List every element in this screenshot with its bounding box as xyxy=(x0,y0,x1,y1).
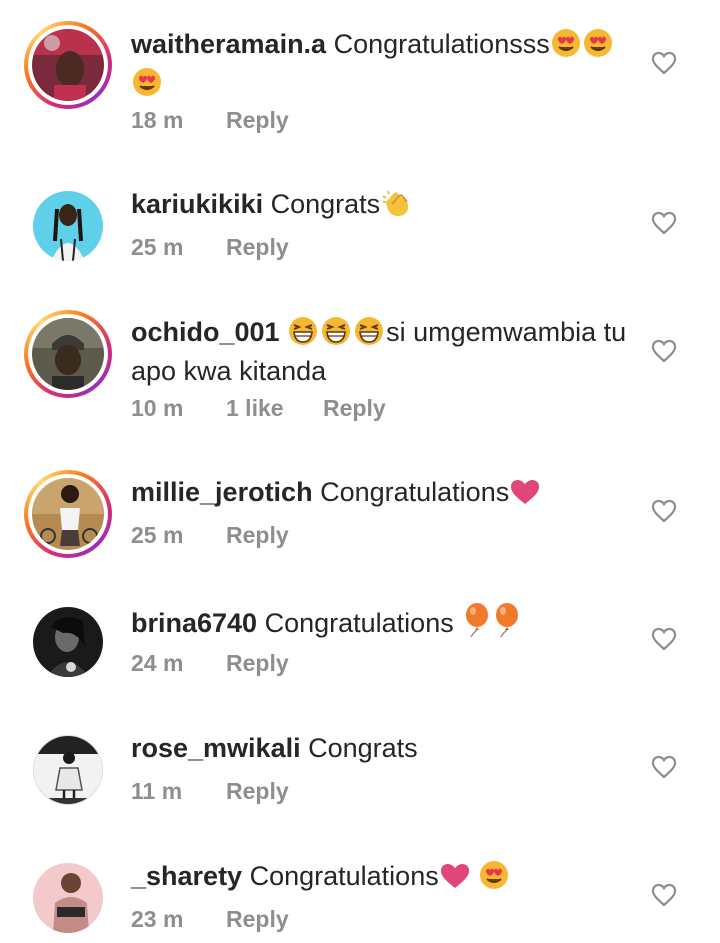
comment-likes[interactable]: 1 like xyxy=(226,395,323,422)
comment-username[interactable]: _sharety xyxy=(131,861,242,891)
heart-outline-icon[interactable] xyxy=(651,755,677,779)
heart-outline-icon[interactable] xyxy=(651,339,677,363)
heart-outline-icon[interactable] xyxy=(651,883,677,907)
comment-text: Congratulations xyxy=(320,477,510,507)
comment-text: Congratulationsss xyxy=(333,29,550,59)
heart-eyes-emoji xyxy=(550,28,582,66)
reply-button[interactable]: Reply xyxy=(226,107,289,134)
comment-text: Congrats xyxy=(270,189,381,219)
comment-time: 25 m xyxy=(131,234,184,260)
reply-button[interactable]: Reply xyxy=(226,778,289,805)
avatar-story-ring[interactable] xyxy=(24,470,112,558)
heart-outline-icon[interactable] xyxy=(651,211,677,235)
comment-meta: 11 m Reply xyxy=(131,778,289,805)
balloon-emoji xyxy=(491,603,521,645)
heart-outline-icon[interactable] xyxy=(651,627,677,651)
comment-text: Congrats xyxy=(308,733,418,763)
avatar xyxy=(33,735,103,805)
avatar xyxy=(33,607,103,677)
avatar xyxy=(33,863,103,933)
comment-meta: 10 m 1 like Reply xyxy=(131,395,386,422)
avatar xyxy=(32,318,104,390)
pink-heart-emoji xyxy=(439,862,471,898)
heart-eyes-emoji xyxy=(131,67,163,105)
comment-text: Congratulations xyxy=(249,861,439,891)
comment-username[interactable]: kariukikiki xyxy=(131,189,263,219)
reply-button[interactable]: Reply xyxy=(226,234,289,261)
heart-outline-icon[interactable] xyxy=(651,499,677,523)
avatar-container[interactable] xyxy=(24,598,112,686)
avatar-container[interactable] xyxy=(24,726,112,814)
grinning-squint-emoji xyxy=(353,316,386,354)
comment-meta: 23 m Reply xyxy=(131,906,289,933)
comment-meta: 25 m Reply xyxy=(131,522,289,549)
avatar-story-ring[interactable] xyxy=(24,310,112,398)
avatar-container[interactable] xyxy=(24,854,112,942)
comment-time: 25 m xyxy=(131,522,184,548)
comment-username[interactable]: rose_mwikali xyxy=(131,733,301,763)
grinning-squint-emoji xyxy=(287,316,320,354)
avatar-container[interactable] xyxy=(24,182,112,270)
reply-button[interactable]: Reply xyxy=(226,906,289,933)
balloon-emoji xyxy=(461,603,491,645)
comment-username[interactable]: brina6740 xyxy=(131,608,257,638)
reply-button[interactable]: Reply xyxy=(226,522,289,549)
reply-button[interactable]: Reply xyxy=(226,650,289,677)
comment-time: 11 m xyxy=(131,778,183,804)
heart-eyes-emoji xyxy=(478,860,510,898)
comment-time: 24 m xyxy=(131,650,184,676)
grinning-squint-emoji xyxy=(320,316,353,354)
avatar xyxy=(32,29,104,101)
comment-username[interactable]: millie_jerotich xyxy=(131,477,313,507)
comment-username[interactable]: ochido_001 xyxy=(131,317,280,347)
heart-outline-icon[interactable] xyxy=(651,51,677,75)
comment-time: 23 m xyxy=(131,906,184,932)
reply-button[interactable]: Reply xyxy=(323,395,386,422)
clapping-hands-emoji xyxy=(380,188,414,226)
pink-heart-emoji xyxy=(509,478,541,514)
comment-username[interactable]: waitheramain.a xyxy=(131,29,326,59)
comment-time: 10 m xyxy=(131,395,184,421)
avatar xyxy=(33,191,103,261)
comment-meta: 25 m Reply xyxy=(131,234,289,261)
avatar xyxy=(32,478,104,550)
comment-text: Congratulations xyxy=(264,608,454,638)
comment-time: 18 m xyxy=(131,107,184,133)
comment-meta: 24 m Reply xyxy=(131,650,289,677)
heart-eyes-emoji xyxy=(582,28,614,66)
avatar-story-ring[interactable] xyxy=(24,21,112,109)
comment-meta: 18 m Reply xyxy=(131,107,289,134)
